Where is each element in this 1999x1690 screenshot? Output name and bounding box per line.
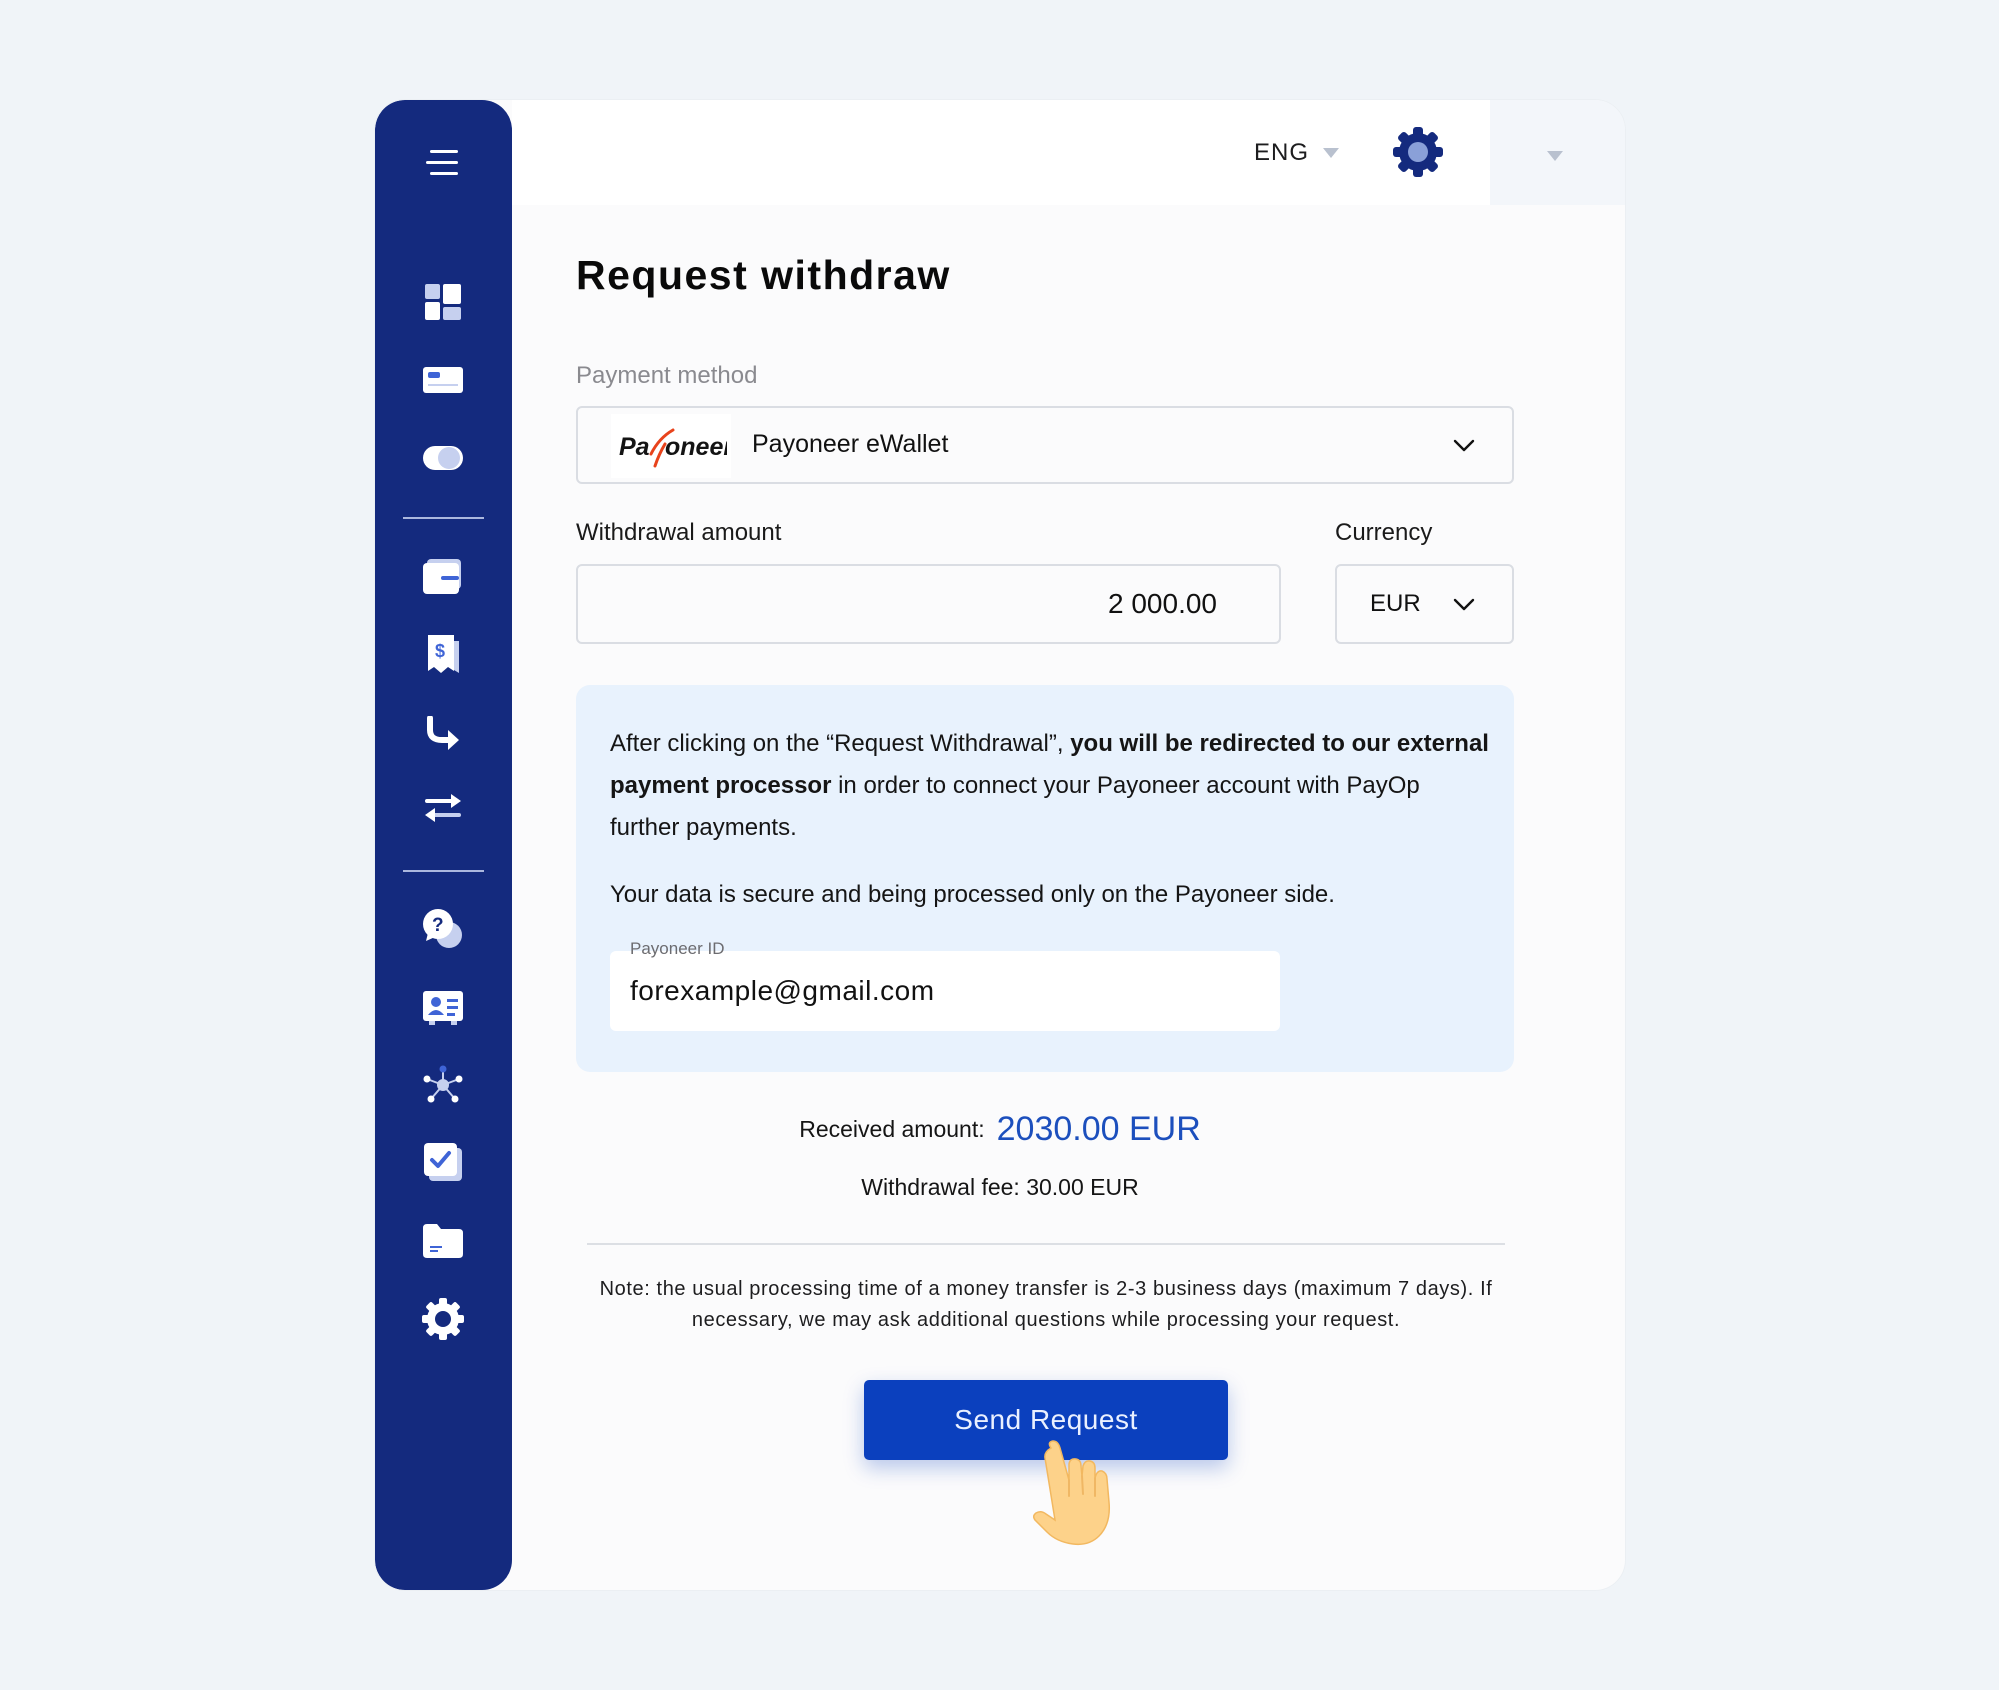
info-text-prefix: After clicking on the “Request Withdrawa…	[610, 730, 1071, 757]
settings-gear-icon[interactable]	[1392, 126, 1444, 178]
wallet-icon[interactable]	[419, 553, 467, 601]
received-amount-row: Received amount: 2030.00 EUR	[375, 1110, 1625, 1149]
chevron-down-icon	[1453, 439, 1475, 452]
withdrawal-fee: Withdrawal fee: 30.00 EUR	[861, 1174, 1139, 1200]
payment-method-value: Payoneer eWallet	[752, 430, 949, 458]
withdrawal-amount-input[interactable]: 2 000.00	[576, 564, 1281, 644]
user-menu-area	[1490, 100, 1625, 205]
chevron-down-icon	[1453, 598, 1475, 611]
svg-text:Pa: Pa	[619, 433, 650, 461]
processing-note: Note: the usual processing time of a mon…	[599, 1278, 1493, 1331]
currency-label: Currency	[1335, 519, 1433, 546]
divider	[587, 1243, 1505, 1245]
received-amount-label: Received amount:	[799, 1116, 985, 1142]
svg-text:oneer: oneer	[665, 433, 727, 461]
withdrawal-amount-label: Withdrawal amount	[576, 519, 782, 546]
payment-method-label: Payment method	[576, 362, 758, 389]
settings-icon[interactable]	[419, 1295, 467, 1343]
redirect-info-card: After clicking on the “Request Withdrawa…	[576, 685, 1514, 1072]
menu-icon[interactable]	[419, 139, 467, 187]
toggle-icon[interactable]	[419, 434, 467, 482]
network-icon[interactable]	[419, 1061, 467, 1109]
app-frame: $ ? ENG Request withdraw Payment method …	[375, 100, 1625, 1590]
dashboard-icon[interactable]	[419, 278, 467, 326]
received-amount-value: 2030.00 EUR	[996, 1110, 1201, 1148]
invoice-icon[interactable]: $	[419, 630, 467, 678]
topbar: ENG ?	[512, 100, 1549, 205]
pointing-hand-icon	[1032, 1440, 1137, 1548]
svg-text:$: $	[435, 641, 445, 661]
support-icon[interactable]: ?	[419, 905, 467, 953]
payoneer-id-value: forexample@gmail.com	[630, 975, 935, 1006]
card-icon[interactable]	[419, 356, 467, 404]
user-menu-caret-icon[interactable]	[1547, 151, 1563, 161]
language-selector[interactable]: ENG	[1254, 136, 1340, 170]
payment-method-select[interactable]: Pa oneer Payoneer eWallet	[576, 406, 1514, 484]
currency-value: EUR	[1370, 590, 1421, 617]
currency-select[interactable]: EUR	[1335, 564, 1514, 644]
svg-text:?: ?	[432, 915, 444, 936]
folder-icon[interactable]	[419, 1217, 467, 1265]
withdrawal-amount-value: 2 000.00	[1108, 588, 1217, 619]
language-value: ENG	[1254, 139, 1310, 166]
payoneer-logo: Pa oneer	[611, 414, 731, 478]
sidebar-divider	[403, 517, 484, 519]
redirect-icon[interactable]	[419, 709, 467, 757]
sidebar: $ ?	[375, 100, 512, 1590]
sidebar-divider	[403, 870, 484, 872]
page-title: Request withdraw	[576, 252, 951, 298]
caret-down-icon	[1323, 148, 1340, 158]
security-info-text: Your data is secure and being processed …	[610, 881, 1335, 908]
profile-card-icon[interactable]	[419, 984, 467, 1032]
payoneer-id-field[interactable]: Payoneer ID forexample@gmail.com	[610, 939, 1280, 1031]
redirect-info-text: After clicking on the “Request Withdrawa…	[610, 723, 1490, 849]
payoneer-id-label: Payoneer ID	[630, 939, 725, 958]
transfer-icon[interactable]	[419, 784, 467, 832]
